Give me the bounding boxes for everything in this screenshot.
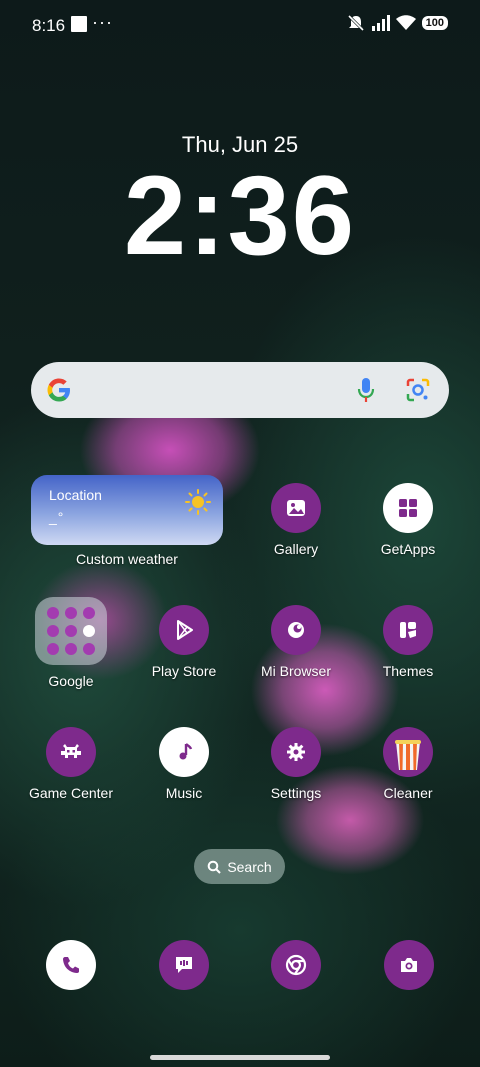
folder-app-icon [47, 607, 59, 619]
mi-browser-icon [271, 605, 321, 655]
app-label: Settings [270, 785, 322, 801]
app-label: Themes [382, 663, 434, 679]
gallery-icon [271, 483, 321, 533]
dock-camera[interactable] [384, 940, 434, 990]
sun-icon [185, 489, 211, 515]
app-cleaner[interactable]: Cleaner [352, 727, 464, 801]
folder-app-icon [83, 625, 95, 637]
app-getapps[interactable]: GetApps [352, 483, 464, 557]
themes-icon [383, 605, 433, 655]
google-logo-icon [47, 378, 70, 402]
folder-app-icon [65, 625, 77, 637]
app-play-store[interactable]: Play Store [128, 605, 240, 679]
app-music[interactable]: Music [128, 727, 240, 801]
folder-app-icon [65, 643, 77, 655]
home-indicator[interactable] [150, 1055, 330, 1060]
dock-phone[interactable] [46, 940, 96, 990]
app-label: Game Center [28, 785, 114, 801]
camera-icon [384, 940, 434, 990]
signal-icon [371, 15, 390, 31]
google-folder-icon [35, 597, 107, 665]
vibrate-off-icon [347, 14, 364, 32]
app-label: Mi Browser [260, 663, 331, 679]
messaging-icon [159, 940, 209, 990]
app-gallery[interactable]: Gallery [240, 483, 352, 557]
dock-chrome[interactable] [271, 940, 321, 990]
phone-icon [46, 940, 96, 990]
folder-google[interactable]: Google [15, 597, 127, 689]
weather-widget-label: Custom weather [76, 551, 178, 567]
weather-widget[interactable]: Location _° [31, 475, 223, 545]
app-label: Play Store [151, 663, 217, 679]
weather-temperature: _° [49, 509, 65, 525]
dock-messaging[interactable] [159, 940, 209, 990]
app-label: Cleaner [383, 785, 433, 801]
status-icons: 100 [346, 14, 448, 32]
more-notifications-icon: ··· [92, 12, 113, 32]
app-settings[interactable]: Settings [240, 727, 352, 801]
folder-app-icon [83, 643, 95, 655]
notification-square-icon [71, 16, 87, 32]
search-icon [208, 860, 222, 874]
lens-icon[interactable] [405, 377, 431, 403]
folder-app-icon [47, 625, 59, 637]
play-store-icon [159, 605, 209, 655]
app-label: Google [48, 673, 94, 689]
microphone-icon[interactable] [357, 377, 375, 403]
app-label: Gallery [273, 541, 319, 557]
google-search-bar[interactable] [31, 362, 449, 418]
folder-app-icon [83, 607, 95, 619]
app-search-label: Search [227, 858, 272, 875]
app-label: GetApps [380, 541, 436, 557]
cleaner-icon [383, 727, 433, 777]
wifi-icon [395, 15, 416, 30]
app-label: Music [165, 785, 203, 801]
battery-icon: 100 [421, 16, 448, 30]
game-center-icon [46, 727, 96, 777]
clock-time[interactable]: 2:36 [0, 160, 480, 272]
status-time: 8:16 [32, 16, 66, 35]
app-mi-browser[interactable]: Mi Browser [240, 605, 352, 679]
getapps-icon [383, 483, 433, 533]
weather-location: Location [49, 487, 102, 503]
app-game-center[interactable]: Game Center [15, 727, 127, 801]
app-search-button[interactable]: Search [194, 849, 285, 884]
music-icon [159, 727, 209, 777]
folder-app-icon [65, 607, 77, 619]
chrome-icon [271, 940, 321, 990]
settings-gear-icon [271, 727, 321, 777]
app-themes[interactable]: Themes [352, 605, 464, 679]
folder-app-icon [47, 643, 59, 655]
